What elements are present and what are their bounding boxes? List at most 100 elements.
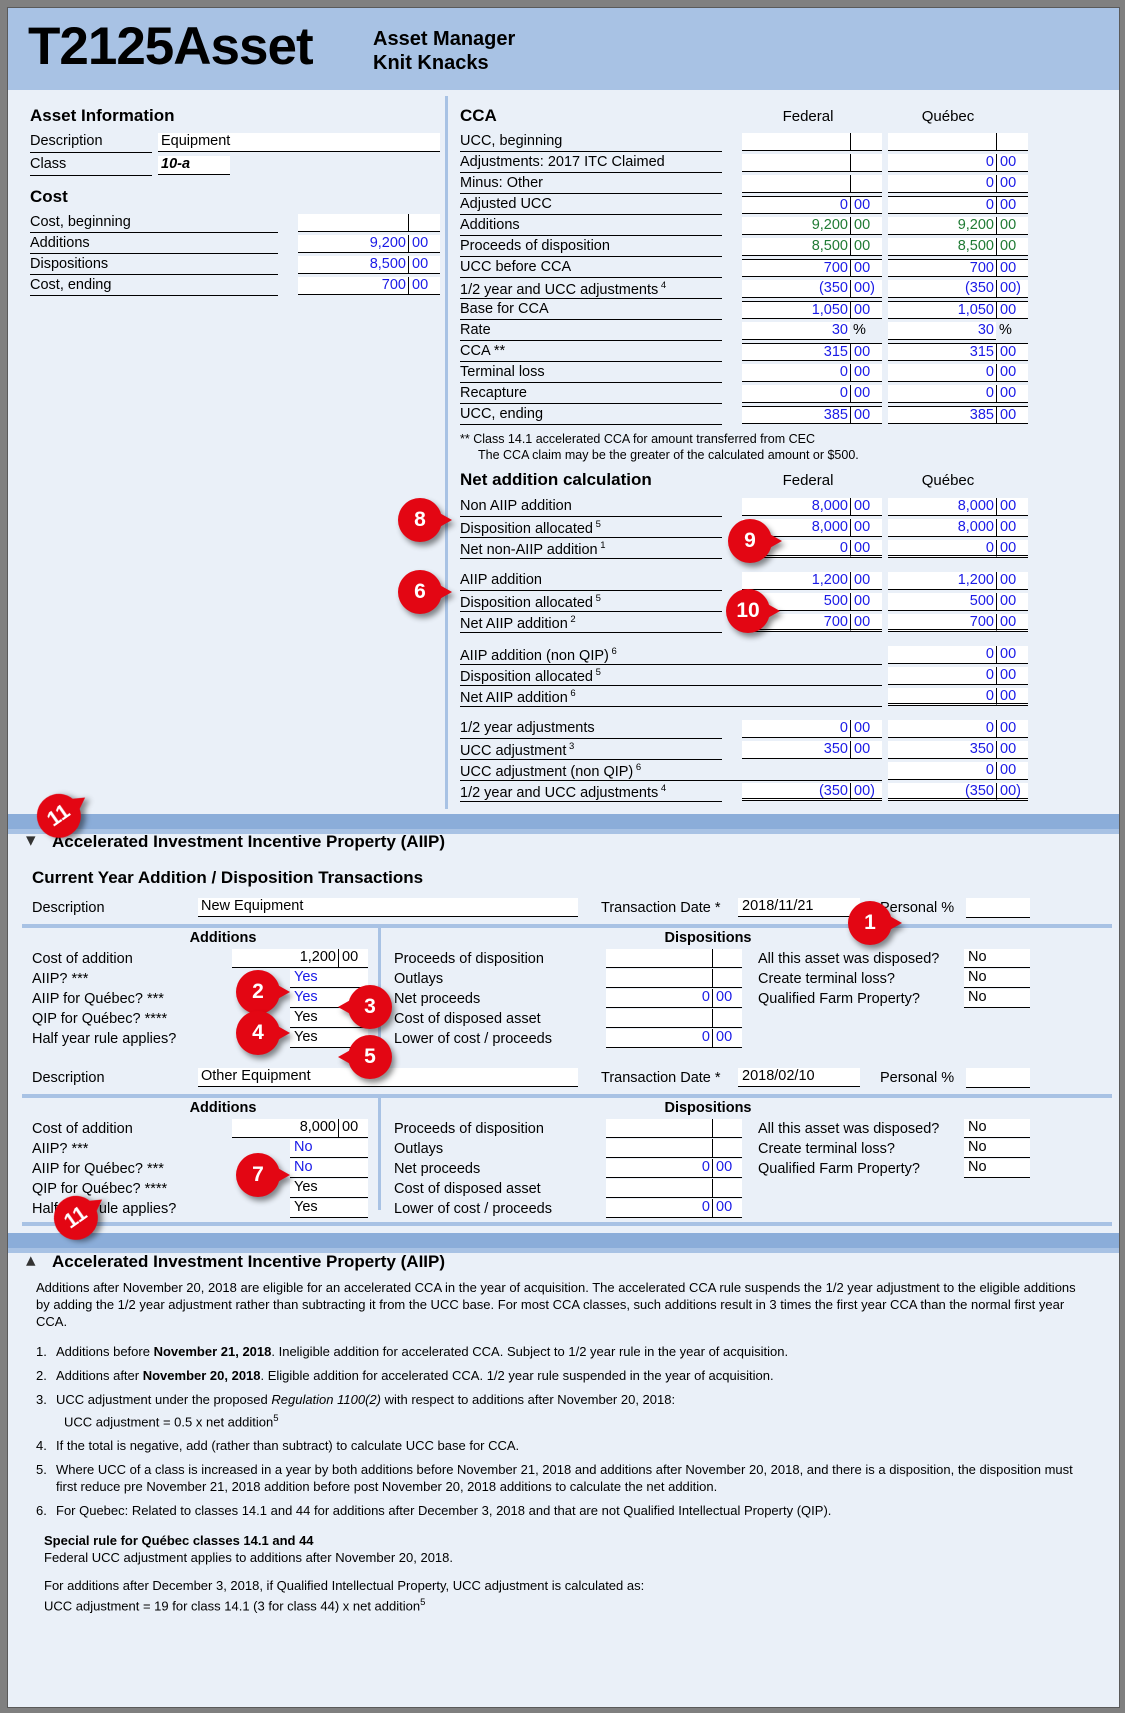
addition-yesno-select[interactable]: Yes [290,1199,368,1218]
net-addition-quebec-cents[interactable]: 00 [996,498,1028,516]
net-addition-federal-cents[interactable]: 00 [850,540,882,558]
cca-quebec-amount[interactable]: 8,500 [888,238,996,256]
cost-row-amount[interactable]: 8,500 [298,256,408,274]
cost-row-cents[interactable]: 00 [408,277,440,295]
cca-federal-cents[interactable]: % [850,322,882,340]
txn-date-input[interactable]: 2018/11/21 [738,898,860,917]
cost-row-amount[interactable]: 9,200 [298,235,408,253]
cca-federal-amount[interactable]: 9,200 [742,217,850,235]
net-addition-quebec-amount[interactable]: 8,000 [888,519,996,537]
cca-federal-cents[interactable] [850,175,882,193]
cost-row-cents[interactable] [408,214,440,232]
net-addition-federal-cents[interactable]: 00 [850,614,882,632]
cca-quebec-cents[interactable]: 00 [996,301,1028,319]
net-addition-quebec-cents[interactable]: 00 [996,762,1028,780]
cca-federal-amount[interactable]: (350 [742,280,850,298]
net-addition-quebec-cents[interactable]: 00 [996,614,1028,632]
net-addition-quebec-amount[interactable]: 700 [888,614,996,632]
cca-federal-amount[interactable]: 1,050 [742,301,850,319]
net-addition-quebec-amount[interactable]: 500 [888,593,996,611]
addition-yesno-select[interactable]: No [290,1139,368,1158]
cca-quebec-cents[interactable]: 00 [996,385,1028,403]
txn-personal-pct-input[interactable] [966,898,1030,918]
cca-federal-cents[interactable]: 00 [850,406,882,424]
txn-description-input[interactable]: New Equipment [198,898,578,917]
disposition-amount[interactable]: 0 [606,1029,712,1048]
net-addition-quebec-amount[interactable]: 0 [888,762,996,780]
cost-row-cents[interactable]: 00 [408,235,440,253]
disposition-amount[interactable] [606,1139,712,1158]
net-addition-quebec-amount[interactable]: 0 [888,667,996,685]
cca-federal-amount[interactable] [742,175,850,193]
disposition-amount[interactable]: 0 [606,1159,712,1178]
disposition-cents[interactable] [712,1009,742,1028]
net-addition-quebec-cents[interactable]: 00 [996,720,1028,738]
cca-quebec-amount[interactable] [888,133,996,151]
cca-quebec-cents[interactable]: 00 [996,364,1028,382]
cost-row-cents[interactable]: 00 [408,256,440,274]
net-addition-federal-cents[interactable]: 00 [850,498,882,516]
cca-quebec-cents[interactable]: 00 [996,196,1028,214]
net-addition-quebec-cents[interactable]: 00 [996,540,1028,558]
cca-federal-cents[interactable]: 00 [850,217,882,235]
net-addition-quebec-cents[interactable]: 00 [996,688,1028,706]
disposition-cents[interactable]: 00 [712,1159,742,1178]
net-addition-federal-amount[interactable]: 8,000 [742,498,850,516]
net-addition-quebec-cents[interactable]: 00 [996,572,1028,590]
disposition-cents[interactable]: 00 [712,1029,742,1048]
net-addition-quebec-cents[interactable]: 00 [996,741,1028,759]
disposition-cents[interactable]: 00 [712,989,742,1008]
disposition-cents[interactable] [712,1139,742,1158]
chevron-up-icon[interactable]: ▴ [26,1251,36,1270]
disposition-cents[interactable] [712,949,742,968]
question-yesno-select[interactable]: No [964,969,1030,988]
cca-federal-cents[interactable]: 00 [850,196,882,214]
cca-federal-amount[interactable] [742,154,850,172]
cost-of-addition-input[interactable]: 1,200 [232,949,338,968]
net-addition-federal-amount[interactable]: 1,200 [742,572,850,590]
disposition-cents[interactable] [712,1119,742,1138]
cca-quebec-cents[interactable]: 00 [996,406,1028,424]
cca-federal-cents[interactable]: 00 [850,259,882,277]
cca-federal-amount[interactable] [742,133,850,151]
cca-quebec-amount[interactable]: 0 [888,175,996,193]
description-input[interactable]: Equipment [158,133,440,152]
net-addition-quebec-cents[interactable]: 00 [996,593,1028,611]
cca-federal-cents[interactable]: 00 [850,343,882,361]
net-addition-quebec-amount[interactable]: 350 [888,741,996,759]
net-addition-federal-cents[interactable]: 00 [850,741,882,759]
disposition-amount[interactable]: 0 [606,989,712,1008]
net-addition-quebec-cents[interactable]: 00 [996,646,1028,664]
cca-quebec-amount[interactable]: 0 [888,196,996,214]
cca-federal-amount[interactable]: 30 [742,322,850,340]
cca-quebec-cents[interactable]: % [996,322,1028,340]
addition-yesno-select[interactable]: Yes [290,1179,368,1198]
question-yesno-select[interactable]: No [964,1159,1030,1178]
cca-federal-cents[interactable] [850,133,882,151]
net-addition-federal-amount[interactable]: (350 [742,783,850,801]
cca-quebec-amount[interactable]: 385 [888,406,996,424]
class-input[interactable]: 10-a [158,156,230,175]
disposition-amount[interactable] [606,1119,712,1138]
disposition-amount[interactable]: 0 [606,1199,712,1218]
cca-quebec-cents[interactable]: 00) [996,280,1028,298]
cca-federal-amount[interactable]: 385 [742,406,850,424]
disposition-cents[interactable] [712,969,742,988]
net-addition-quebec-amount[interactable]: 8,000 [888,498,996,516]
net-addition-quebec-amount[interactable]: 0 [888,688,996,706]
net-addition-quebec-amount[interactable]: 1,200 [888,572,996,590]
cca-quebec-cents[interactable]: 00 [996,259,1028,277]
cca-quebec-amount[interactable]: 0 [888,364,996,382]
txn-date-input[interactable]: 2018/02/10 [738,1068,860,1087]
cca-federal-amount[interactable]: 0 [742,364,850,382]
disposition-cents[interactable]: 00 [712,1199,742,1218]
disposition-amount[interactable] [606,949,712,968]
cca-federal-cents[interactable]: 00 [850,238,882,256]
cca-federal-amount[interactable]: 8,500 [742,238,850,256]
cca-federal-amount[interactable]: 315 [742,343,850,361]
net-addition-quebec-cents[interactable]: 00) [996,783,1028,801]
net-addition-federal-cents[interactable]: 00 [850,593,882,611]
cca-quebec-cents[interactable] [996,133,1028,151]
cca-quebec-cents[interactable]: 00 [996,154,1028,172]
cca-federal-cents[interactable]: 00 [850,385,882,403]
